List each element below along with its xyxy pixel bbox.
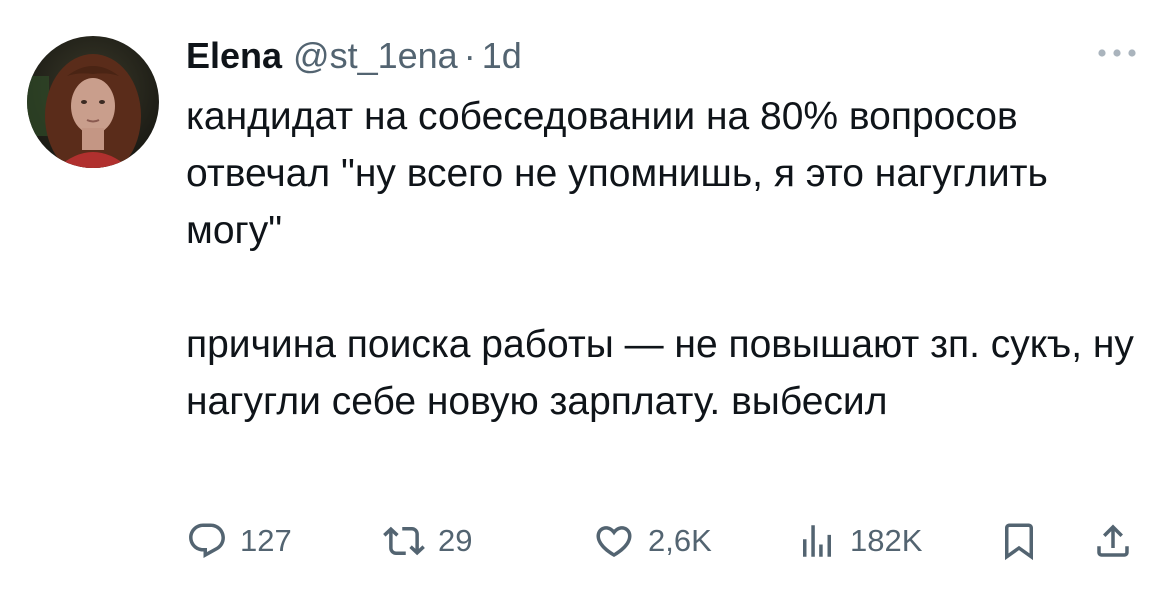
tweet-paragraph-1: кандидат на собеседовании на 80% вопросо… xyxy=(186,95,1048,252)
bookmark-icon xyxy=(1005,523,1033,561)
views-bar-chart-icon xyxy=(803,525,831,557)
repost-count: 29 xyxy=(438,523,473,558)
share-button[interactable] xyxy=(1092,514,1134,568)
reply-icon xyxy=(189,523,225,558)
time-separator: · xyxy=(463,35,476,76)
views-count: 182K xyxy=(850,523,923,558)
reply-button[interactable]: 127 xyxy=(186,514,292,568)
more-options-button[interactable] xyxy=(1093,38,1141,68)
tweet-paragraph-2: причина поиска работы — не повышают зп. … xyxy=(186,323,1134,423)
views-button[interactable]: 182K xyxy=(796,514,922,568)
tweet-text: кандидат на собеседовании на 80% вопросо… xyxy=(186,88,1146,430)
tweet-header: Elena @st_1ena · 1d xyxy=(186,30,522,82)
author-display-name[interactable]: Elena xyxy=(186,35,282,77)
more-horizontal-icon xyxy=(1098,49,1136,57)
tweet-action-bar: 127 29 2,6K 182K xyxy=(0,514,1170,568)
share-icon xyxy=(1097,524,1129,557)
avatar[interactable] xyxy=(27,36,159,168)
reply-count: 127 xyxy=(240,523,292,558)
repost-icon xyxy=(383,526,425,556)
tweet-timestamp[interactable]: 1d xyxy=(482,35,522,77)
like-button[interactable]: 2,6K xyxy=(592,514,712,568)
bookmark-button[interactable] xyxy=(998,514,1040,568)
heart-icon xyxy=(596,526,632,558)
author-handle[interactable]: @st_1ena xyxy=(293,35,458,77)
repost-button[interactable]: 29 xyxy=(382,514,472,568)
avatar-image xyxy=(27,36,159,168)
like-count: 2,6K xyxy=(648,523,712,558)
